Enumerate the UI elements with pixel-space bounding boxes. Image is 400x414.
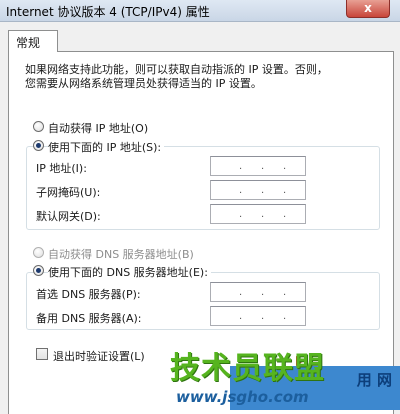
manual-dns-label[interactable]: 使用下面的 DNS 服务器地址(E): <box>48 264 211 280</box>
description-line-1: 如果网络支持此功能，则可以获取自动指派的 IP 设置。否则， <box>25 63 328 76</box>
window-title: Internet 协议版本 4 (TCP/IPv4) 属性 <box>6 5 210 19</box>
title-bar: Internet 协议版本 4 (TCP/IPv4) 属性 x <box>0 0 400 22</box>
default-gateway-label: 默认网关(D): <box>36 210 101 223</box>
description-text: 如果网络支持此功能，则可以获取自动指派的 IP 设置。否则， 您需要从网络系统管… <box>25 63 375 91</box>
manual-ip-label[interactable]: 使用下面的 IP 地址(S): <box>48 139 165 155</box>
alternate-dns-input[interactable]: ... <box>210 306 306 326</box>
auto-dns-radio[interactable] <box>33 247 44 258</box>
watermark-logo: 技术员联盟 <box>170 351 325 386</box>
validate-on-exit-label[interactable]: 退出时验证设置(L) <box>53 348 145 364</box>
auto-ip-radio[interactable] <box>33 121 44 132</box>
manual-ip-radio[interactable] <box>33 140 44 151</box>
subnet-mask-input[interactable]: ... <box>210 180 306 200</box>
auto-dns-label[interactable]: 自动获得 DNS 服务器地址(B) <box>48 246 194 262</box>
close-icon: x <box>364 1 372 15</box>
subnet-mask-label: 子网掩码(U): <box>36 186 101 199</box>
watermark-url: www.jsgho.com <box>176 388 309 406</box>
auto-ip-label[interactable]: 自动获得 IP 地址(O) <box>48 120 148 136</box>
alternate-dns-label: 备用 DNS 服务器(A): <box>36 312 142 325</box>
validate-on-exit-checkbox[interactable] <box>36 348 48 360</box>
manual-dns-radio[interactable] <box>33 265 44 276</box>
description-line-2: 您需要从网络系统管理员处获得适当的 IP 设置。 <box>25 77 262 90</box>
close-button[interactable]: x <box>346 0 390 18</box>
ip-address-label: IP 地址(I): <box>36 162 87 175</box>
ip-address-input[interactable]: ... <box>210 156 306 176</box>
preferred-dns-input[interactable]: ... <box>210 282 306 302</box>
default-gateway-input[interactable]: ... <box>210 204 306 224</box>
watermark-net-text: 用 网 <box>356 371 392 389</box>
tab-general[interactable]: 常规 <box>8 30 58 52</box>
preferred-dns-label: 首选 DNS 服务器(P): <box>36 288 141 301</box>
